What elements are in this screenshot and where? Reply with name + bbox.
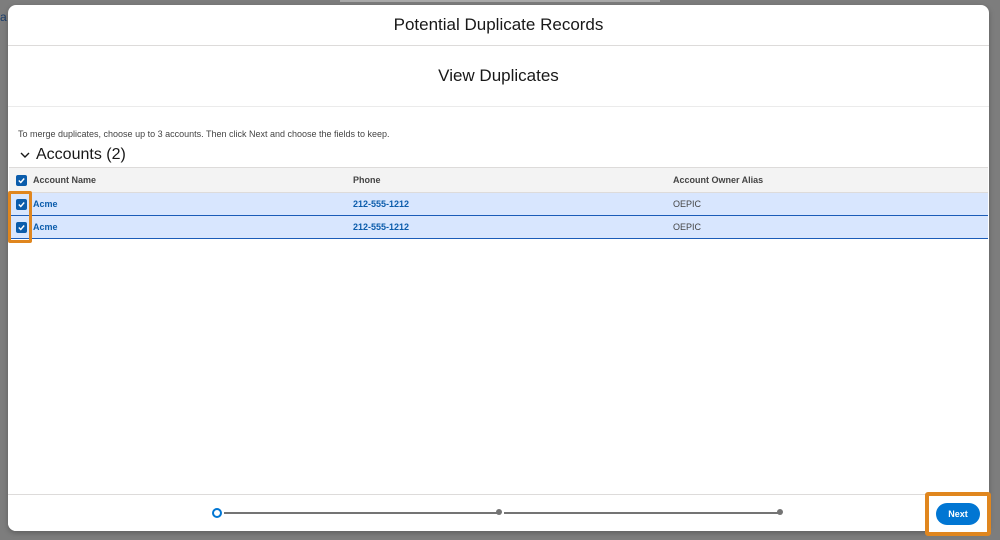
table-row[interactable]: Acme 212-555-1212 OEPIC <box>9 193 988 216</box>
duplicates-table: Account Name Phone Account Owner Alias A… <box>9 167 988 239</box>
modal-title: Potential Duplicate Records <box>393 15 604 34</box>
checkbox-highlight <box>8 191 32 243</box>
background-page-fragment: a <box>0 10 7 24</box>
owner-alias: OEPIC <box>673 199 702 209</box>
accounts-section-toggle[interactable]: Accounts (2) <box>18 146 126 164</box>
background-page-strip <box>340 0 660 2</box>
column-header-account-name[interactable]: Account Name <box>33 175 353 185</box>
next-button[interactable]: Next <box>936 503 980 525</box>
select-all-checkbox[interactable] <box>15 174 27 186</box>
progress-step[interactable] <box>777 509 783 515</box>
column-header-phone[interactable]: Phone <box>353 175 673 185</box>
step-header: View Duplicates <box>8 46 989 107</box>
instruction-text: To merge duplicates, choose up to 3 acco… <box>18 129 390 139</box>
phone-link[interactable]: 212-555-1212 <box>353 199 673 209</box>
next-button-highlight: Next <box>925 492 991 536</box>
select-all-cell <box>9 174 33 186</box>
account-name-link[interactable]: Acme <box>33 199 353 209</box>
progress-step[interactable] <box>496 509 502 515</box>
table-header: Account Name Phone Account Owner Alias <box>9 168 988 193</box>
modal-footer <box>8 494 989 531</box>
table-row[interactable]: Acme 212-555-1212 OEPIC <box>9 216 988 239</box>
accounts-section-label: Accounts (2) <box>36 146 126 163</box>
chevron-down-icon <box>20 152 30 158</box>
checkbox-checked-icon <box>17 177 25 184</box>
account-name-link[interactable]: Acme <box>33 222 353 232</box>
progress-track <box>224 512 500 514</box>
step-title: View Duplicates <box>438 66 559 85</box>
modal-header: Potential Duplicate Records <box>8 5 989 46</box>
progress-step-current[interactable] <box>212 508 222 518</box>
column-header-owner-alias[interactable]: Account Owner Alias <box>673 175 988 185</box>
owner-alias: OEPIC <box>673 222 702 232</box>
duplicate-records-modal: Potential Duplicate Records View Duplica… <box>8 5 989 531</box>
phone-link[interactable]: 212-555-1212 <box>353 222 673 232</box>
progress-track <box>504 512 780 514</box>
